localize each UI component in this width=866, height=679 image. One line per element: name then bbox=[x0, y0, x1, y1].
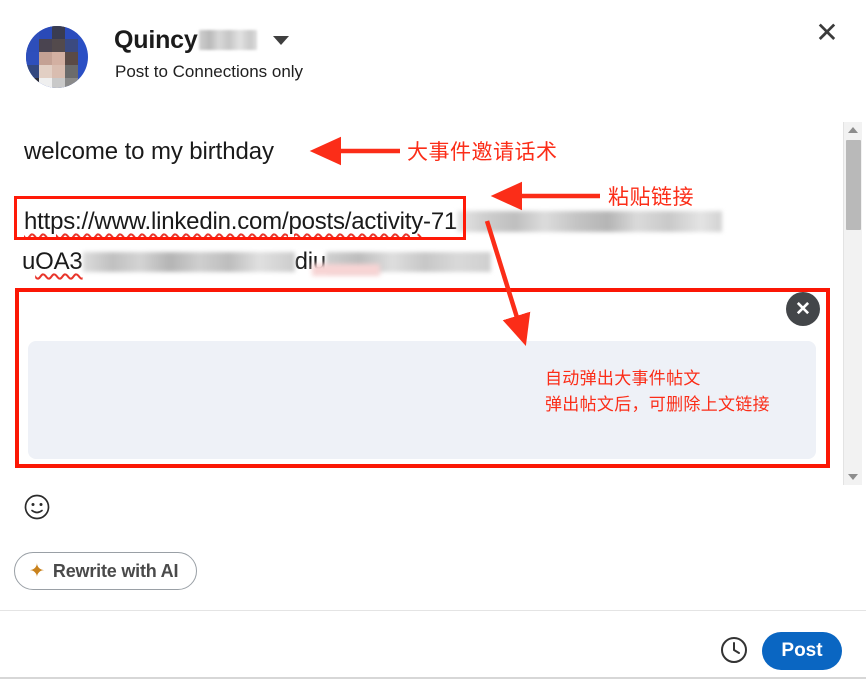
scroll-down-arrow-icon[interactable] bbox=[848, 474, 858, 480]
scrollbar-thumb[interactable] bbox=[846, 140, 861, 230]
author-name-redacted bbox=[198, 30, 257, 50]
author-name: Quincy bbox=[114, 26, 198, 54]
post-button[interactable]: Post bbox=[762, 632, 842, 670]
author-name-row[interactable]: Quincy bbox=[114, 28, 289, 53]
footer-divider bbox=[0, 610, 866, 611]
post-url-line2-prefix: u bbox=[22, 248, 36, 275]
post-url-line2-mid: OA3 bbox=[35, 248, 83, 275]
post-url-line-2[interactable]: uOA3 diu bbox=[22, 248, 492, 276]
remove-link-preview-button[interactable]: ✕ bbox=[786, 292, 820, 326]
emoji-smiley-icon[interactable] bbox=[23, 493, 51, 521]
chevron-down-icon[interactable] bbox=[272, 36, 289, 45]
rewrite-with-ai-button[interactable]: ✦ Rewrite with AI bbox=[14, 552, 198, 590]
post-url-redacted-pink bbox=[312, 264, 380, 276]
close-dialog-button[interactable]: ✕ bbox=[808, 14, 846, 52]
sparkle-icon: ✦ bbox=[29, 560, 45, 582]
post-url-redacted-2 bbox=[82, 252, 295, 272]
scroll-up-arrow-icon[interactable] bbox=[848, 127, 858, 133]
annotation-text-3: 自动弹出大事件帖文 bbox=[545, 369, 701, 389]
post-url-redacted-1 bbox=[457, 211, 723, 232]
url-highlight-box bbox=[14, 196, 466, 240]
dialog-header: Quincy Post to Connections only ✕ bbox=[0, 0, 866, 110]
clock-icon[interactable] bbox=[718, 634, 750, 666]
audience-selector-label[interactable]: Post to Connections only bbox=[115, 62, 303, 82]
post-text[interactable]: welcome to my birthday bbox=[24, 138, 274, 166]
post-composer-dialog: Quincy Post to Connections only ✕ welcom… bbox=[0, 0, 866, 679]
annotation-text-2: 粘贴链接 bbox=[608, 185, 694, 209]
rewrite-with-ai-label: Rewrite with AI bbox=[52, 560, 179, 581]
annotation-text-1: 大事件邀请话术 bbox=[407, 140, 558, 164]
annotation-text-4: 弹出帖文后，可删除上文链接 bbox=[545, 395, 770, 415]
avatar[interactable] bbox=[26, 26, 88, 88]
composer-scrollbar[interactable] bbox=[843, 122, 862, 485]
